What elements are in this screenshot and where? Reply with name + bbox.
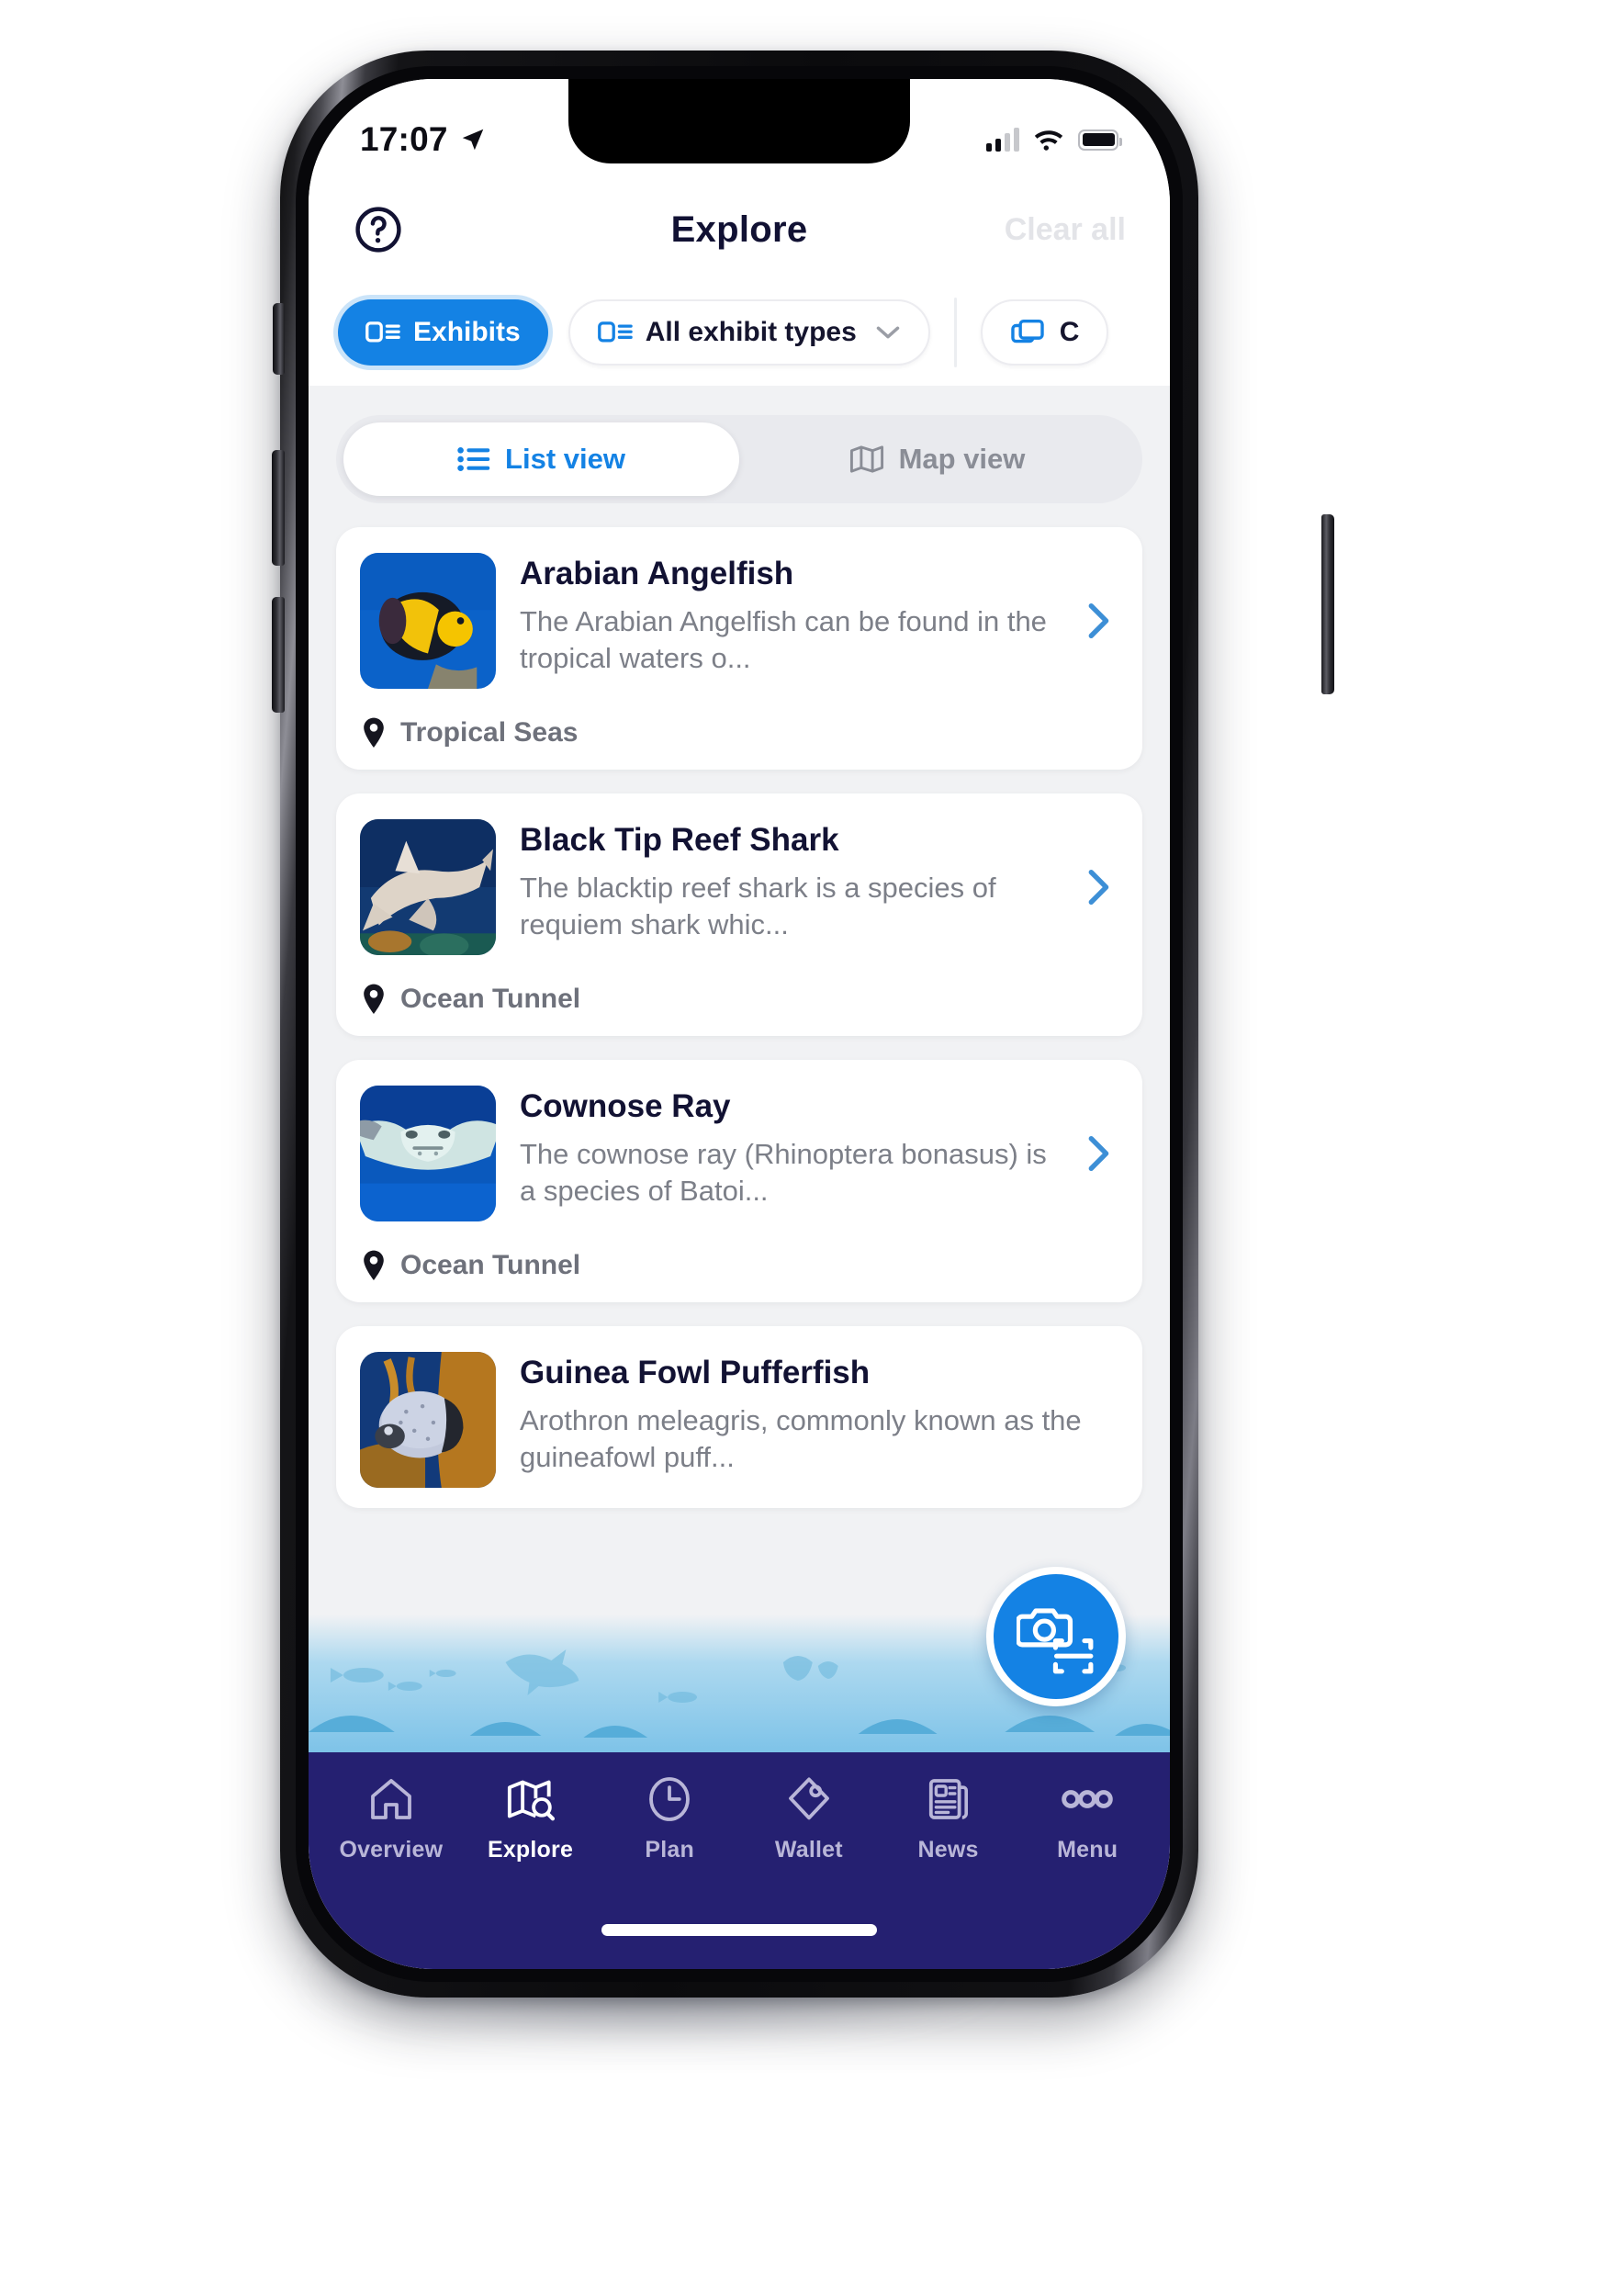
chips-divider <box>953 298 957 367</box>
list-item-title: Black Tip Reef Shark <box>520 822 839 858</box>
help-circle-icon[interactable] <box>353 204 404 255</box>
list-item-top: Arabian Angelfish The Arabian Angelfish … <box>360 553 1118 689</box>
list-item-description: Arothron meleagris, commonly known as th… <box>520 1403 1082 1474</box>
filter-chip-all-exhibit-types[interactable]: All exhibit types <box>568 299 930 366</box>
exhibit-list-icon <box>365 321 400 343</box>
nav-item-news[interactable]: News <box>879 1773 1018 1901</box>
list-item-description: The Arabian Angelfish can be found in th… <box>520 604 1047 675</box>
tag-icon <box>786 1773 832 1826</box>
wifi-icon <box>1034 130 1063 151</box>
status-bar-right <box>986 128 1123 152</box>
nav-item-explore-label: Explore <box>487 1837 574 1863</box>
content-area: List view Map view Arabian Angelfish The… <box>309 386 1170 1969</box>
view-toggle[interactable]: List view Map view <box>336 415 1142 503</box>
tab-map-view-label: Map view <box>898 443 1026 475</box>
nav-item-news-label: News <box>917 1837 979 1863</box>
map-search-icon <box>506 1773 556 1826</box>
list-item-top: Guinea Fowl Pufferfish Arothron meleagri… <box>360 1352 1118 1488</box>
tab-list-view[interactable]: List view <box>343 422 739 496</box>
list-item[interactable]: Cownose Ray The cownose ray (Rhinoptera … <box>336 1060 1142 1302</box>
chevron-right-icon[interactable] <box>1076 1132 1118 1175</box>
display-notch <box>568 79 910 163</box>
cellular-signal-icon <box>986 128 1019 152</box>
list-item-title: Cownose Ray <box>520 1088 731 1124</box>
list-item-text: Guinea Fowl Pufferfish Arothron meleagri… <box>520 1352 1118 1477</box>
list-item-top: Black Tip Reef Shark The blacktip reef s… <box>360 819 1118 955</box>
list-item-title: Guinea Fowl Pufferfish <box>520 1355 871 1390</box>
filter-chips-bar[interactable]: Exhibits All exhibit types C <box>309 279 1170 386</box>
list-item-location: Ocean Tunnel <box>360 1249 1118 1282</box>
filter-chip-categories[interactable]: C <box>980 299 1109 366</box>
list-item-location: Tropical Seas <box>360 716 1118 749</box>
list-item-location-label: Ocean Tunnel <box>400 1250 581 1280</box>
chevron-right-icon[interactable] <box>1076 866 1118 908</box>
home-indicator[interactable] <box>601 1924 877 1936</box>
status-bar-time: 17:07 <box>360 120 448 158</box>
layers-cards-icon <box>1011 320 1044 343</box>
list-item-text: Black Tip Reef Shark The blacktip reef s… <box>520 819 1052 944</box>
nav-item-menu-label: Menu <box>1057 1837 1118 1863</box>
nav-item-plan-label: Plan <box>645 1837 694 1863</box>
map-pin-icon <box>364 984 384 1014</box>
filter-chip-exhibits-label: Exhibits <box>413 317 521 347</box>
battery-icon <box>1078 129 1123 151</box>
home-icon <box>367 1773 415 1826</box>
list-item-description: The cownose ray (Rhinoptera bonasus) is … <box>520 1137 1047 1208</box>
tab-map-view[interactable]: Map view <box>739 422 1135 496</box>
volume-up-button[interactable] <box>272 450 285 566</box>
clock-icon <box>646 1773 692 1826</box>
list-item-top: Cownose Ray The cownose ray (Rhinoptera … <box>360 1086 1118 1221</box>
nav-item-plan[interactable]: Plan <box>600 1773 739 1901</box>
list-item-location-label: Tropical Seas <box>400 717 579 748</box>
status-bar-left: 17:07 <box>360 120 487 159</box>
list-item-text: Arabian Angelfish The Arabian Angelfish … <box>520 553 1052 678</box>
location-arrow-icon <box>462 129 483 151</box>
silent-switch-button[interactable] <box>273 303 285 375</box>
tab-list-view-label: List view <box>505 443 625 475</box>
map-pin-icon <box>364 717 384 748</box>
phone-screen: 17:07 Explore Clear all Exhibits All exh… <box>309 79 1170 1969</box>
bottom-navigation[interactable]: Overview Explore Plan Wallet News Menu <box>309 1752 1170 1969</box>
list-item[interactable]: Arabian Angelfish The Arabian Angelfish … <box>336 527 1142 770</box>
exhibit-list: Arabian Angelfish The Arabian Angelfish … <box>309 503 1170 1508</box>
list-item-location: Ocean Tunnel <box>360 983 1118 1016</box>
nav-item-wallet[interactable]: Wallet <box>739 1773 879 1901</box>
chevron-right-icon[interactable] <box>1076 600 1118 642</box>
nav-item-menu[interactable]: Menu <box>1017 1773 1157 1901</box>
three-dots-icon <box>1062 1773 1113 1826</box>
nav-item-wallet-label: Wallet <box>774 1837 843 1863</box>
cownose-ray-photo <box>360 1086 496 1221</box>
list-item-description: The blacktip reef shark is a species of … <box>520 871 996 941</box>
list-item[interactable]: Black Tip Reef Shark The blacktip reef s… <box>336 793 1142 1036</box>
filter-chip-all-exhibit-types-label: All exhibit types <box>645 317 857 347</box>
list-item-location-label: Ocean Tunnel <box>400 984 581 1014</box>
guinea-fowl-pufferfish-photo <box>360 1352 496 1488</box>
chevron-down-icon <box>876 326 900 339</box>
nav-item-overview[interactable]: Overview <box>321 1773 461 1901</box>
volume-down-button[interactable] <box>272 597 285 713</box>
list-item[interactable]: Guinea Fowl Pufferfish Arothron meleagri… <box>336 1326 1142 1508</box>
power-button[interactable] <box>1321 514 1334 694</box>
map-pin-icon <box>364 1250 384 1280</box>
bottom-navigation-row: Overview Explore Plan Wallet News Menu <box>309 1773 1170 1901</box>
clear-all-button[interactable]: Clear all <box>1005 212 1126 248</box>
list-item-text: Cownose Ray The cownose ray (Rhinoptera … <box>520 1086 1052 1210</box>
list-item-title: Arabian Angelfish <box>520 556 794 591</box>
screenshot-root: 17:07 Explore Clear all Exhibits All exh… <box>0 0 1607 2296</box>
exhibit-list-icon <box>597 321 633 343</box>
newspaper-icon <box>926 1773 972 1826</box>
app-header: Explore Clear all <box>309 180 1170 279</box>
map-folded-icon <box>849 445 883 473</box>
camera-scan-icon <box>1017 1608 1094 1674</box>
scan-camera-fab[interactable] <box>986 1567 1126 1706</box>
filter-chip-exhibits[interactable]: Exhibits <box>338 299 548 366</box>
filter-chip-categories-label: C <box>1059 317 1080 347</box>
black-tip-reef-shark-photo <box>360 819 496 955</box>
nav-item-overview-label: Overview <box>339 1837 444 1863</box>
nav-item-explore[interactable]: Explore <box>461 1773 601 1901</box>
list-bullet-icon <box>457 446 490 472</box>
arabian-angelfish-photo <box>360 553 496 689</box>
